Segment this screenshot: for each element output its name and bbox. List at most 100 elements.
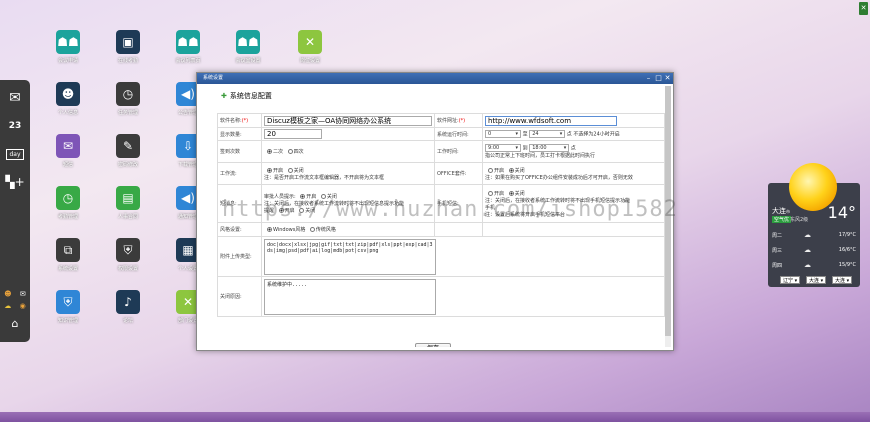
meeting-list-icon: ☗☗: [176, 30, 200, 54]
meeting-apply-icon: ☗☗: [56, 30, 80, 54]
personal-info-icon: ☻: [56, 82, 80, 106]
mobile-on-radio[interactable]: [488, 190, 493, 196]
desktop-icon-label: 密码修改: [117, 162, 138, 168]
desktop-icon-meeting-list[interactable]: ☗☗ 会议列表页: [168, 30, 208, 64]
style-windows-radio[interactable]: [267, 227, 272, 232]
save-button[interactable]: 保存: [415, 343, 451, 347]
close-reason-label: 关闭原因:: [217, 276, 262, 317]
city-select[interactable]: 大连 ▾: [806, 276, 827, 284]
work-time-note: 指公司正常上下班时间，员工打卡根据此时间执行: [485, 153, 596, 159]
office-label: OFFICE套件:: [434, 162, 483, 185]
desktop-icon-online-attendance[interactable]: ▣ 在线考勤: [108, 30, 148, 64]
run-time-from-select[interactable]: 0 ▾: [485, 130, 521, 138]
desktop-icon-label: 会议室设置: [235, 58, 261, 64]
desktop-icon-label: 个人信息: [57, 110, 78, 116]
desktop-icon-label: 考勤管理: [57, 214, 78, 220]
style-label: 风格设置:: [217, 222, 262, 237]
software-name-input[interactable]: Discuz模板之家—OA协同网络办公系统: [264, 115, 432, 126]
jump-four-radio[interactable]: [287, 149, 293, 154]
software-url-input[interactable]: http://www.wfdsoft.com: [485, 115, 617, 126]
workflow-note: 注：是否开启工作流文本框编辑器，不开启将为文本框: [264, 174, 385, 181]
minimize-icon[interactable]: –: [644, 73, 653, 84]
forecast-row: 周三 ☁ 16/6°C: [772, 246, 856, 254]
desktop-icon-forum[interactable]: ♪ 论坛: [108, 290, 148, 324]
desktop-icon-attendance-management[interactable]: ◷ 考勤管理: [48, 186, 88, 220]
office-on-radio[interactable]: [488, 167, 493, 173]
style-classic-radio[interactable]: [309, 227, 315, 232]
close-icon[interactable]: ✕: [663, 73, 672, 84]
message-icon[interactable]: ✉: [20, 290, 26, 298]
desktop-icon-position-settings[interactable]: ✕ 岗位设置: [290, 30, 330, 64]
maximize-icon[interactable]: □: [654, 73, 663, 84]
desktop-icon-label: 在线考勤: [117, 58, 138, 64]
calendar-icon[interactable]: 23: [0, 112, 30, 140]
close-reason-textarea[interactable]: 系统维护中.....: [264, 278, 436, 315]
online-attendance-icon: ▣: [116, 30, 140, 54]
desktop-icon-task-management[interactable]: ◷ 任务管理: [108, 82, 148, 116]
knowledge-management-icon: ⛨: [56, 290, 80, 314]
workflow-off-radio[interactable]: [287, 167, 293, 173]
watermark-text: https://www.huzhan.com/ishop1582: [222, 197, 678, 222]
display-count-input[interactable]: 20: [264, 129, 322, 139]
meeting-room-settings-icon: ☗☗: [236, 30, 260, 54]
weather-city: 大连市: [772, 207, 790, 215]
password-change-icon: ✎: [116, 134, 140, 158]
jump-count-label: 签到次数: [217, 140, 262, 163]
section-title: ✚ 系统信息配置: [221, 92, 272, 100]
desktop-icon-permission-settings[interactable]: ⛨ 权限设置: [108, 238, 148, 272]
run-time-note: 点 不选择为24小时开启: [566, 131, 620, 138]
desktop-icon-label: 权限设置: [117, 266, 138, 272]
desktop-icon-system-settings[interactable]: ⧉ 系统设置: [48, 238, 88, 272]
desktop-icon-knowledge-management[interactable]: ⛨ 知识管理: [48, 290, 88, 324]
cloud-icon: ☁: [804, 246, 811, 254]
sms-icon: ✉: [56, 134, 80, 158]
position-settings-icon: ✕: [298, 30, 322, 54]
user-icon[interactable]: ☻: [4, 290, 11, 298]
mail-icon[interactable]: ✉: [0, 84, 30, 112]
home-icon[interactable]: ⌂: [0, 314, 30, 332]
desktop-icon-label: 会议列表页: [175, 58, 201, 64]
desktop-icon-label: 任务管理: [117, 110, 138, 116]
work-time-to-select[interactable]: 18:00 ▾: [529, 144, 570, 152]
province-select[interactable]: 辽宁 ▾: [780, 276, 801, 284]
workflow-on-radio[interactable]: [267, 167, 272, 173]
window-title: 系统设置: [203, 75, 224, 81]
weather-wind: 东风2级: [790, 217, 809, 223]
desktop-icon-meeting-apply[interactable]: ☗☗ 会议申请: [48, 30, 88, 64]
software-url-label: 软件网址:(*): [434, 113, 483, 128]
window-titlebar[interactable]: 系统设置 – □ ✕: [197, 73, 673, 84]
attach-type-textarea[interactable]: doc|docx|xlsx|jpg|gif|txt|txt|zip|pdf|xl…: [264, 238, 436, 275]
desktop-icon-password-change[interactable]: ✎ 密码修改: [108, 134, 148, 168]
desktop-icon-hr-contract[interactable]: ▤ 人事合同: [108, 186, 148, 220]
jump-two-radio[interactable]: [267, 149, 272, 154]
attendance-management-icon: ◷: [56, 186, 80, 210]
desktop-icon-sms[interactable]: ✉ 短信: [48, 134, 88, 168]
bottom-taskbar: [0, 412, 870, 422]
weather-temp: 14°: [827, 203, 856, 222]
office-off-radio[interactable]: [508, 167, 514, 173]
run-time-to-select[interactable]: 24 ▾: [529, 130, 566, 138]
permission-settings-icon: ⛨: [116, 238, 140, 262]
desktop-icon-label: 人事合同: [117, 214, 138, 220]
run-time-to-word: 至: [522, 131, 528, 138]
desktop-icon-label: 岗位设置: [299, 58, 320, 64]
desktop-icon-label: 知识管理: [57, 318, 78, 324]
system-settings-icon: ⧉: [56, 238, 80, 262]
cloud-icon[interactable]: ☁: [4, 302, 11, 310]
office-note: 注：如果在购买了OFFICE办公组件安装成功后才可开启，否则无效: [485, 174, 633, 181]
corner-app-icon[interactable]: ✕: [859, 2, 868, 15]
workflow-label: 工作流:: [217, 162, 262, 185]
desktop-icon-personal-info[interactable]: ☻ 个人信息: [48, 82, 88, 116]
day-view-icon[interactable]: day: [0, 140, 30, 168]
work-time-from-select[interactable]: 9:00 ▾: [485, 144, 521, 152]
forecast-row: 周二 ☁ 17/9°C: [772, 231, 856, 239]
district-select[interactable]: 大连 ▾: [832, 276, 853, 284]
clock-icon[interactable]: ◉: [20, 302, 26, 310]
desktop-icon-meeting-room-settings[interactable]: ☗☗ 会议室设置: [228, 30, 268, 64]
apps-add-icon[interactable]: ▚+: [0, 168, 30, 196]
mobile-off-radio[interactable]: [508, 190, 514, 196]
plus-icon: ✚: [221, 92, 227, 100]
desktop-icon-label: 论坛: [122, 318, 133, 324]
work-time-label: 工作时间:: [434, 140, 483, 163]
software-name-label: 软件名称:(*): [217, 113, 262, 128]
